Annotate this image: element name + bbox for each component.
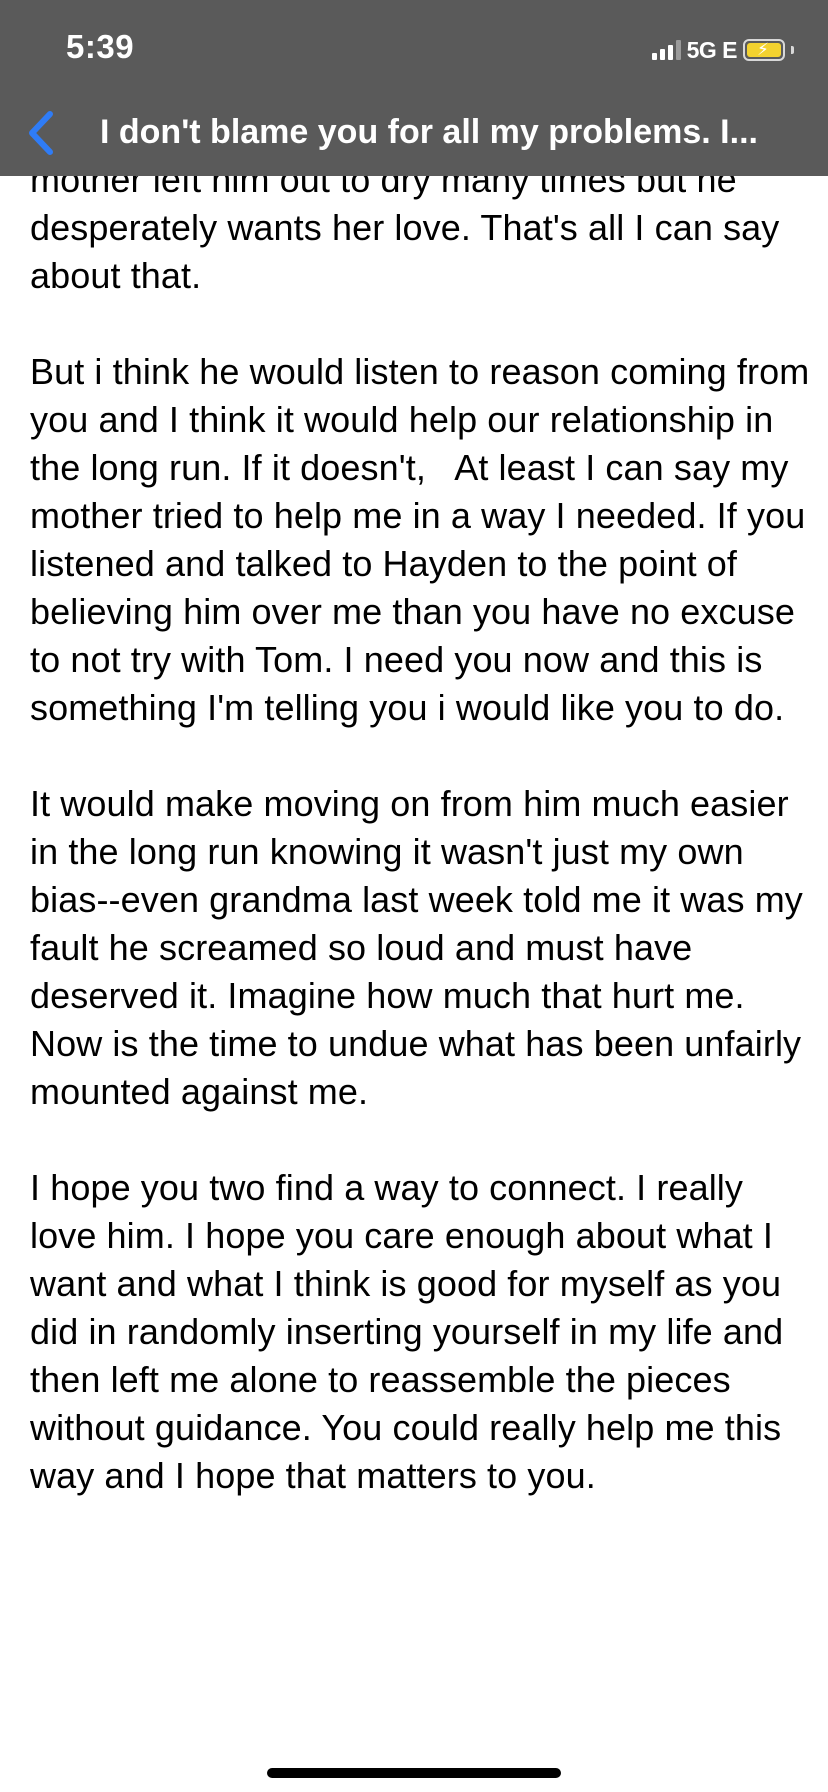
- chevron-left-icon: [29, 111, 53, 155]
- message-body: mother left him out to dry many times bu…: [30, 0, 810, 1548]
- network-type: 5G E: [686, 36, 738, 63]
- status-indicators: 5G E ⚡: [651, 36, 794, 64]
- navigation-header: 5:39 5G E ⚡ I don't blame you for all my…: [0, 0, 828, 176]
- battery-icon: ⚡: [743, 39, 785, 61]
- home-indicator[interactable]: [267, 1768, 561, 1778]
- charging-bolt-icon: ⚡: [757, 40, 769, 59]
- message-paragraph: It would make moving on from him much ea…: [30, 783, 814, 1112]
- page-title: I don't blame you for all my problems. I…: [100, 113, 758, 151]
- battery-cap: [791, 46, 794, 54]
- cellular-signal-icon: [651, 40, 681, 60]
- message-paragraph: I hope you two find a way to connect. I …: [30, 1167, 794, 1496]
- message-paragraph: But i think he would listen to reason co…: [30, 351, 820, 728]
- back-button[interactable]: [20, 108, 60, 158]
- status-time: 5:39: [66, 28, 135, 65]
- message-paragraph: mother left him out to dry many times bu…: [30, 159, 790, 296]
